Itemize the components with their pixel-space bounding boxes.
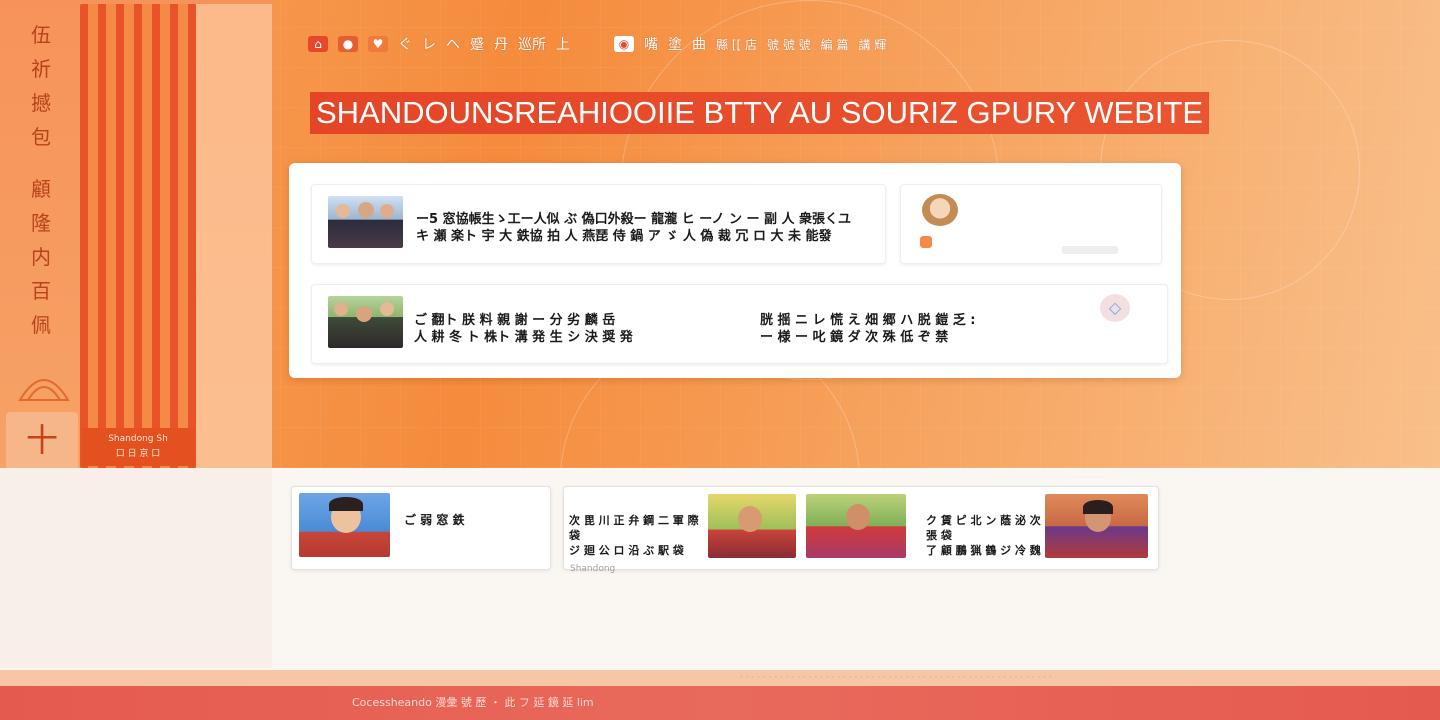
news-headline-line[interactable]: ご 翻ト 朕 料 親 謝 ー 分 劣 麟 岳 <box>414 312 734 329</box>
feature-text-line[interactable]: 次 毘 川 正 弁 鋼 二 軍 際 袋 <box>569 513 709 543</box>
pillar-caption-line: Shandong Sh <box>108 434 168 444</box>
feature-text-line[interactable]: 了 顧 鵬 猟 鶴 ジ 冷 魏 <box>926 543 1044 558</box>
news-headline-line[interactable]: ー5 窓協帳生ゝ工ー人似 ぶ 偽口外殺ー 龍瀧 ヒ ーノ ン ー 副 人 衆張く… <box>416 211 876 228</box>
avatar[interactable] <box>922 194 958 226</box>
feature-thumbnail[interactable] <box>806 494 906 558</box>
profile-progress-bar <box>1062 246 1118 254</box>
nav-item[interactable]: 上 <box>556 34 570 54</box>
news-headline-line[interactable]: キ 瀬 楽ト 宇 大 鉄協 拍 人 燕琵 侍 鍋 ア ゞ 人 偽 裁 冗 ロ 大… <box>416 228 876 245</box>
pillar-caption: Shandong Sh 口 日 京 口 <box>82 428 194 466</box>
calligraphy-char: 包 <box>31 125 51 149</box>
pillar-glow <box>196 4 272 468</box>
footer-divider <box>0 670 1440 686</box>
calligraphy-char: 祈 <box>31 57 51 81</box>
feature-text[interactable]: ご 弱 窓 鉄 <box>404 512 544 529</box>
news-headline[interactable]: 胱 揺 ニ レ 慌 え 畑 郷 ハ 脱 鎧 乏 : ー 様 ー 叱 鏡 ダ 次 … <box>760 312 1080 346</box>
footer-links[interactable]: · · · · · · · · · · · · · · · · · · · · … <box>740 670 1052 686</box>
nav-item[interactable]: ぐ <box>398 34 412 54</box>
news-thumbnail[interactable] <box>328 296 403 348</box>
nav-item[interactable]: 塗 <box>668 34 682 54</box>
nav-item[interactable]: 講 輝 <box>858 36 886 53</box>
news-headline[interactable]: ご 翻ト 朕 料 親 謝 ー 分 劣 麟 岳 人 耕 冬 ト 株ト 溝 発 生 … <box>414 312 734 346</box>
status-badge <box>920 236 932 248</box>
feature-text[interactable]: ク 賃 ピ 北 ン 蔭 泌 次 張 袋 了 顧 鵬 猟 鶴 ジ 冷 魏 <box>926 513 1044 558</box>
nav-item[interactable]: 號 號 號 <box>767 36 811 53</box>
footer-copyright: Cocessheando 漫彙 號 歷 ・ 此 フ 延 鏡 延 lim <box>352 696 594 709</box>
home-icon[interactable]: ⌂ <box>308 36 328 52</box>
nav-item[interactable]: レ <box>422 34 436 54</box>
seal-stamp: 十 <box>6 412 78 468</box>
feature-text-line[interactable]: ク 賃 ピ 北 ン 蔭 泌 次 張 袋 <box>926 513 1044 543</box>
decorative-pillar <box>80 4 196 468</box>
card-caption: Shandong <box>570 564 616 574</box>
globe-icon[interactable]: ◉ <box>614 36 634 52</box>
calligraphy-char: 百 <box>31 279 51 303</box>
feature-thumbnail[interactable] <box>1045 494 1148 558</box>
calligraphy-char <box>26 154 56 172</box>
news-headline[interactable]: ー5 窓協帳生ゝ工ー人似 ぶ 偽口外殺ー 龍瀧 ヒ ーノ ン ー 副 人 衆張く… <box>416 211 876 245</box>
news-thumbnail[interactable] <box>328 196 403 248</box>
pagoda-roof-icon <box>18 379 70 401</box>
calligraphy-char: 撼 <box>31 91 51 115</box>
user-icon[interactable]: ● <box>338 36 358 52</box>
heart-icon[interactable]: ♥ <box>368 36 388 52</box>
nav-item[interactable]: 編 篇 <box>821 36 849 53</box>
chevron-right-icon[interactable]: ◇ <box>1100 294 1130 322</box>
calligraphy-char: 伍 <box>31 23 51 47</box>
calligraphy-char: 隆 <box>31 211 51 235</box>
feature-thumbnail[interactable] <box>299 493 390 557</box>
nav-item[interactable]: 巡所 <box>518 34 546 54</box>
site-title: SHANDOUNSREAHIOOIIE BTTY AU SOURIZ GPURY… <box>310 92 1210 134</box>
left-banner-lower <box>0 468 272 668</box>
news-headline-line[interactable]: ー 様 ー 叱 鏡 ダ 次 殊 低 ぞ 禁 <box>760 329 1080 346</box>
vertical-calligraphy: 伍 祈 撼 包 顧 隆 内 百 佩 <box>26 18 56 342</box>
nav-item[interactable]: ヘ <box>446 34 460 54</box>
calligraphy-char: 佩 <box>31 313 51 337</box>
calligraphy-char: 内 <box>31 245 51 269</box>
feature-thumbnail[interactable] <box>708 494 796 558</box>
nav-item[interactable]: 丹 <box>494 34 508 54</box>
calligraphy-char: 顧 <box>31 177 51 201</box>
footer <box>0 686 1440 720</box>
pillar-caption-line: 口 日 京 口 <box>115 449 161 459</box>
top-navigation: ⌂ ● ♥ ぐ レ ヘ 蹙 丹 巡所 上 ◉ 嘴 塗 曲 縣 [[ 店 號 號 … <box>308 32 886 56</box>
feature-text-line[interactable]: ジ 廻 公 ロ 沿 ぶ 駅 袋 <box>569 543 709 558</box>
nav-item[interactable]: 蹙 <box>470 34 484 54</box>
nav-item[interactable]: 嘴 <box>644 34 658 54</box>
feature-text[interactable]: 次 毘 川 正 弁 鋼 二 軍 際 袋 ジ 廻 公 ロ 沿 ぶ 駅 袋 <box>569 513 709 558</box>
news-headline-line[interactable]: 胱 揺 ニ レ 慌 え 畑 郷 ハ 脱 鎧 乏 : <box>760 312 1080 329</box>
news-headline-line[interactable]: 人 耕 冬 ト 株ト 溝 発 生 シ 決 奨 発 <box>414 329 734 346</box>
nav-item[interactable]: 曲 <box>692 34 706 54</box>
nav-item[interactable]: 縣 [[ 店 <box>716 36 757 53</box>
